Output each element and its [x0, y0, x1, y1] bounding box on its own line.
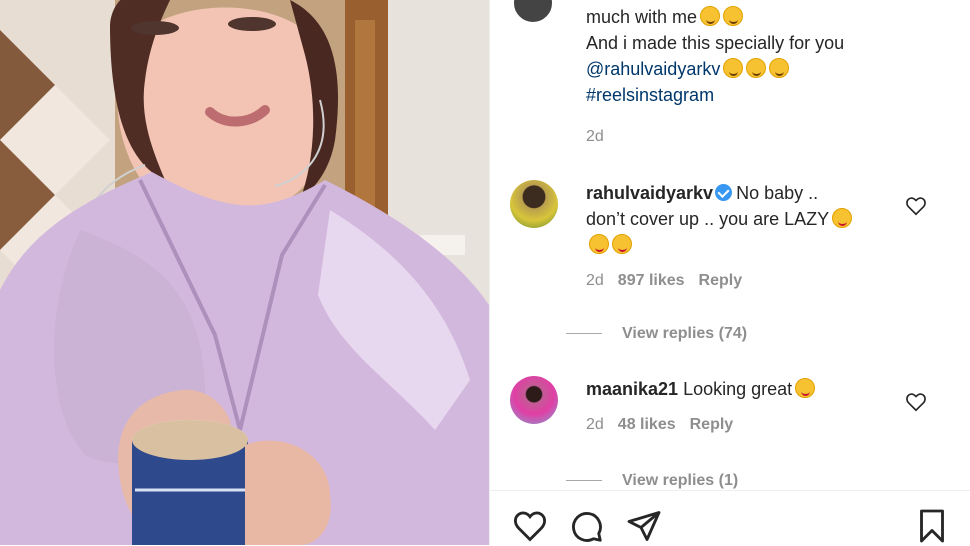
wink-tongue-emoji — [612, 234, 632, 254]
comment-body: maanika21 Looking great 2d 48 likes Reply — [586, 376, 906, 438]
comment-like-heart-icon[interactable] — [905, 391, 927, 413]
tongue-emoji — [832, 208, 853, 228]
laughing-emoji — [723, 6, 744, 26]
comment-text: No baby .. — [736, 183, 819, 203]
laughing-emoji — [700, 6, 721, 26]
cool-emoji — [723, 58, 744, 78]
comment-time[interactable]: 2d — [586, 416, 604, 433]
send-icon[interactable] — [626, 508, 662, 544]
comment-username[interactable]: maanika21 — [586, 379, 678, 399]
avatar[interactable] — [510, 180, 558, 228]
post-caption: much with me And i made this specially f… — [586, 4, 926, 108]
laughing-emoji — [769, 58, 790, 78]
verified-badge-icon — [715, 184, 733, 201]
smile-emoji — [746, 58, 767, 78]
post-media[interactable] — [0, 0, 489, 545]
bookmark-icon[interactable] — [914, 508, 950, 544]
comment-time[interactable]: 2d — [586, 272, 604, 289]
comment-like-heart-icon[interactable] — [905, 195, 927, 217]
comment-likes[interactable]: 48 likes — [618, 416, 676, 433]
comment-meta: 2d 897 likes Reply — [586, 268, 906, 294]
view-replies-button[interactable]: View replies (74) — [566, 325, 747, 343]
hashtag-link[interactable]: #reelsinstagram — [586, 82, 926, 108]
reply-button[interactable]: Reply — [690, 416, 734, 433]
heart-icon[interactable] — [512, 508, 548, 544]
comment-likes[interactable]: 897 likes — [618, 272, 685, 289]
comments-panel: much with me And i made this specially f… — [489, 0, 970, 546]
view-replies-button[interactable]: View replies (1) — [566, 472, 738, 490]
caption-line-1: much with me — [586, 7, 698, 27]
comment-username[interactable]: rahulvaidyarkv — [586, 183, 713, 203]
reply-button[interactable]: Reply — [699, 272, 743, 289]
comment-item: maanika21 Looking great 2d 48 likes Reply — [510, 376, 950, 456]
heart-eyes-emoji — [795, 378, 816, 398]
tongue-emoji — [589, 234, 609, 254]
comment-text-line: don’t cover up .. you are LAZY — [586, 209, 830, 229]
comment-body: rahulvaidyarkv No baby .. don’t cover up … — [586, 180, 906, 294]
comment-item: rahulvaidyarkv No baby .. don’t cover up … — [510, 180, 950, 290]
post-photo — [0, 0, 489, 545]
avatar[interactable] — [510, 376, 558, 424]
caption-line-2: And i made this specially for you — [586, 33, 845, 53]
post-actions-bar — [490, 490, 970, 546]
post-author-avatar[interactable] — [512, 0, 554, 24]
comment-icon[interactable] — [568, 508, 604, 544]
mention-link[interactable]: @rahulvaidyarkv — [586, 59, 720, 79]
comment-meta: 2d 48 likes Reply — [586, 412, 906, 438]
post-time[interactable]: 2d — [586, 128, 604, 146]
comment-text: Looking great — [683, 379, 793, 399]
